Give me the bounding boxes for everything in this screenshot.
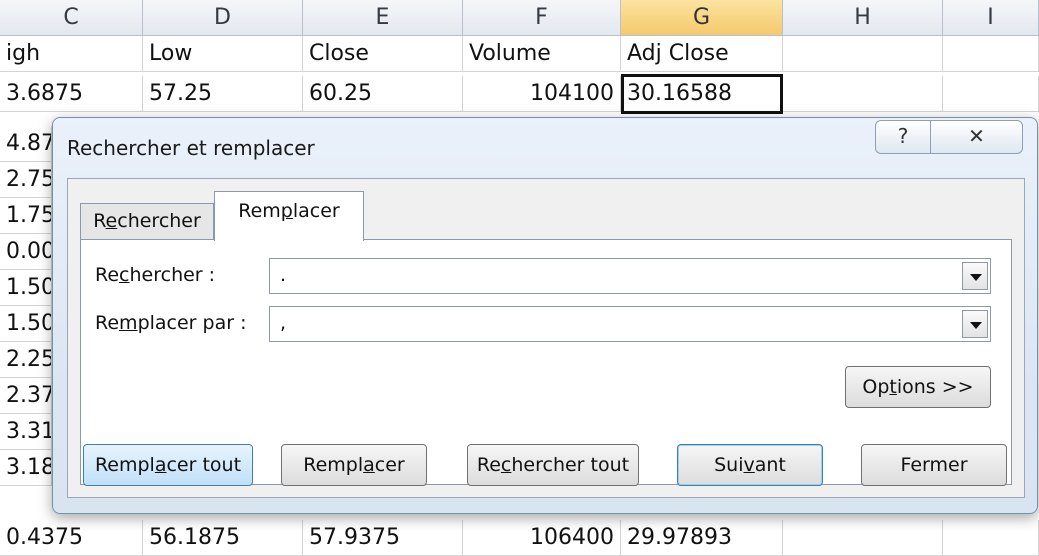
- column-header-g[interactable]: G: [621, 0, 783, 36]
- cell[interactable]: [943, 36, 1039, 72]
- cell[interactable]: 0.00: [0, 234, 52, 270]
- cell[interactable]: Close: [303, 36, 463, 72]
- accelerator-key: e: [105, 210, 118, 232]
- replace-dropdown-button[interactable]: [962, 310, 988, 338]
- find-input[interactable]: .: [269, 258, 991, 294]
- cell[interactable]: 3.18: [0, 450, 52, 486]
- tab-replace[interactable]: Remplacer: [214, 191, 364, 241]
- cell[interactable]: Volume: [463, 36, 621, 72]
- tab-label: chercher: [117, 210, 201, 232]
- column-header-c[interactable]: C: [0, 0, 143, 36]
- replace-button[interactable]: Remplacer: [281, 444, 427, 486]
- find-label: Rechercher :: [95, 264, 216, 286]
- column-header-i[interactable]: I: [943, 0, 1039, 36]
- find-replace-dialog: Rechercher et remplacer ? ✕ Rechercher R…: [52, 117, 1038, 514]
- close-icon: ✕: [968, 124, 985, 148]
- cell[interactable]: 57.9375: [303, 520, 463, 556]
- cell[interactable]: 4.87: [0, 126, 52, 162]
- cell[interactable]: [783, 520, 943, 556]
- cell[interactable]: 56.1875: [143, 520, 303, 556]
- tab-label: Rem: [238, 200, 281, 222]
- replace-label: Remplacer par :: [95, 312, 247, 334]
- column-letter: F: [535, 5, 548, 30]
- cell[interactable]: [943, 76, 1039, 112]
- cell[interactable]: igh: [0, 36, 143, 72]
- cell[interactable]: 106400: [463, 520, 621, 556]
- tab-label: lacer: [292, 200, 340, 222]
- column-letter: D: [214, 5, 231, 30]
- options-button[interactable]: Options >>: [845, 366, 991, 408]
- next-button[interactable]: Suivant: [677, 444, 823, 486]
- replace-all-button[interactable]: Remplacer tout: [83, 444, 253, 486]
- cell[interactable]: [783, 76, 943, 112]
- tab-label: R: [93, 210, 106, 232]
- column-letter: E: [375, 5, 390, 30]
- cell[interactable]: 29.97893: [621, 520, 783, 556]
- column-header-d[interactable]: D: [143, 0, 303, 36]
- cell[interactable]: 30.16588: [621, 76, 783, 112]
- help-icon: ?: [897, 124, 909, 148]
- cell[interactable]: [783, 36, 943, 72]
- cell[interactable]: 1.50: [0, 270, 52, 306]
- cell[interactable]: 0.4375: [0, 520, 143, 556]
- help-button[interactable]: ?: [875, 120, 931, 154]
- cell[interactable]: 60.25: [303, 76, 463, 112]
- cell[interactable]: 3.6875: [0, 76, 143, 112]
- find-all-button[interactable]: Rechercher tout: [467, 444, 639, 486]
- find-value: .: [280, 264, 287, 286]
- column-letter: C: [63, 5, 79, 30]
- column-header-f[interactable]: F: [463, 0, 621, 36]
- cell[interactable]: 1.50: [0, 306, 52, 342]
- close-button[interactable]: Fermer: [861, 444, 1007, 486]
- dialog-title: Rechercher et remplacer: [67, 136, 315, 160]
- cell[interactable]: 2.25: [0, 342, 52, 378]
- find-dropdown-button[interactable]: [962, 262, 988, 290]
- replace-input[interactable]: ,: [269, 306, 991, 342]
- accelerator-key: p: [280, 200, 293, 222]
- cell[interactable]: 57.25: [143, 76, 303, 112]
- cell[interactable]: 2.75: [0, 162, 52, 198]
- close-window-button[interactable]: ✕: [931, 120, 1023, 154]
- replace-value: ,: [280, 312, 287, 334]
- column-letter: G: [692, 5, 711, 30]
- cell[interactable]: 3.31: [0, 414, 52, 450]
- cell[interactable]: 104100: [463, 76, 621, 112]
- column-header-e[interactable]: E: [303, 0, 463, 36]
- cell[interactable]: 2.37: [0, 378, 52, 414]
- cell[interactable]: [943, 520, 1039, 556]
- cell[interactable]: 1.75: [0, 198, 52, 234]
- cell[interactable]: Low: [143, 36, 303, 72]
- column-header-h[interactable]: H: [783, 0, 943, 36]
- tab-find[interactable]: Rechercher: [80, 203, 214, 239]
- cell[interactable]: Adj Close: [621, 36, 783, 72]
- column-letter: H: [854, 5, 871, 30]
- column-letter: I: [987, 5, 994, 30]
